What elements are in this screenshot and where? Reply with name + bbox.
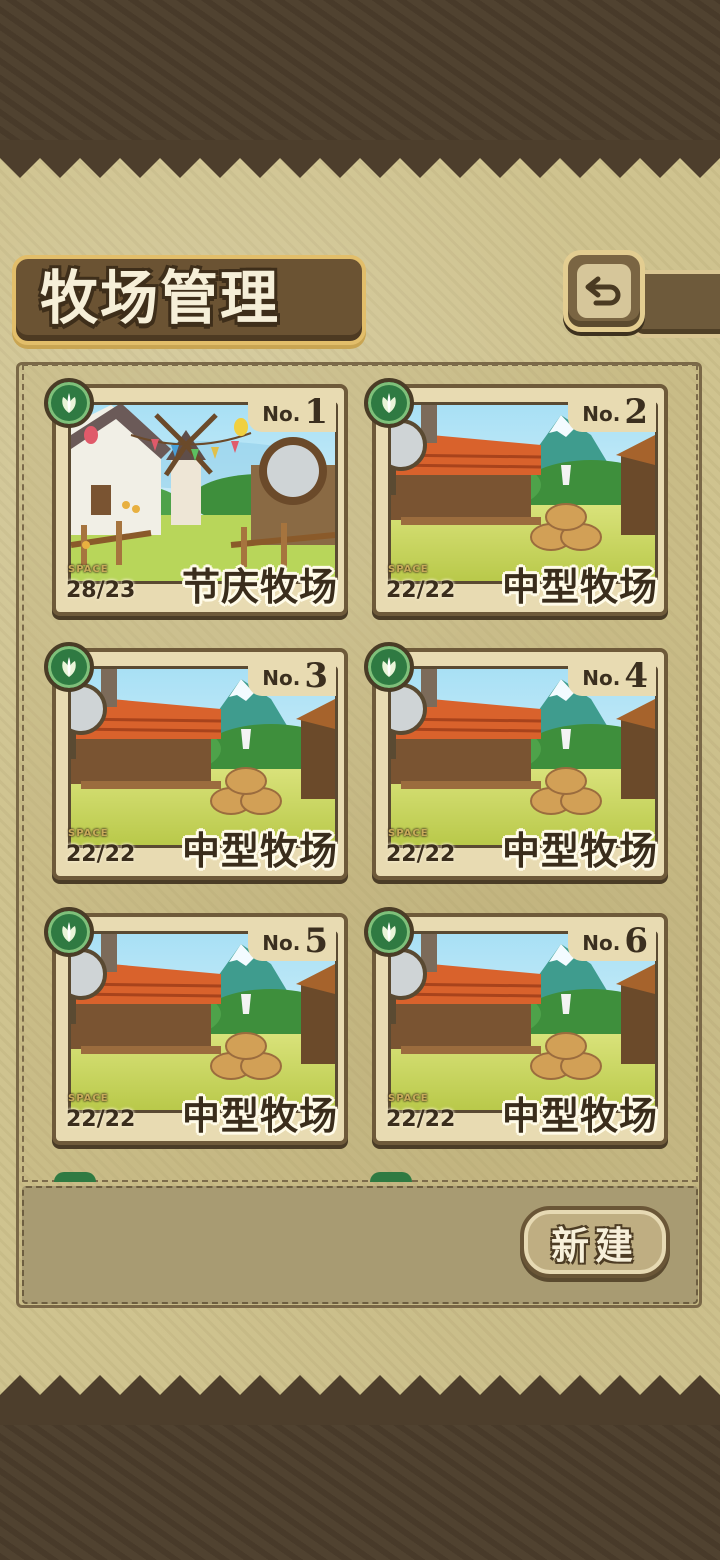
farm-number: 2	[624, 392, 648, 432]
leaf-icon	[44, 642, 94, 692]
farm-number-badge: No. 1	[248, 390, 336, 432]
farm-number: 4	[624, 656, 648, 696]
farm-number: 5	[304, 921, 328, 961]
return-arrow-icon	[577, 264, 631, 318]
new-farm-label: 新建	[550, 1222, 639, 1268]
space-label: SPACE	[68, 828, 109, 839]
page-title: 牧场管理	[40, 264, 281, 332]
space-label: SPACE	[68, 1093, 109, 1104]
farm-number-prefix: No.	[582, 402, 621, 426]
new-farm-button[interactable]: 新建	[520, 1206, 670, 1278]
farm-number: 6	[624, 921, 648, 961]
farm-number-prefix: No.	[582, 666, 621, 690]
space-label: SPACE	[388, 1093, 429, 1104]
farm-number-badge: No. 5	[248, 919, 336, 961]
farm-number-badge: No. 4	[568, 654, 656, 696]
farm-number-badge: No. 6	[568, 919, 656, 961]
space-value: 22/22	[386, 578, 456, 603]
leaf-icon	[364, 378, 414, 428]
farm-number: 3	[304, 656, 328, 696]
farm-number-prefix: No.	[582, 931, 621, 955]
next-card-peek	[370, 1172, 412, 1182]
space-label: SPACE	[388, 828, 429, 839]
farm-name: 中型牧场	[501, 565, 658, 609]
bottom-map-band	[0, 1410, 720, 1560]
space-value: 28/23	[66, 578, 136, 603]
farm-name: 中型牧场	[501, 829, 658, 873]
space-value: 22/22	[66, 1107, 136, 1132]
farm-card[interactable]: No. 1 SPACE 28/23 节庆牧场	[52, 384, 348, 616]
farm-card[interactable]: No. 5 SPACE 22/22 中型牧场	[52, 913, 348, 1145]
farm-number-prefix: No.	[262, 402, 301, 426]
leaf-icon	[44, 378, 94, 428]
farm-card[interactable]: No. 4 SPACE 22/22 中型牧场	[372, 648, 668, 880]
space-label: SPACE	[68, 564, 109, 575]
leaf-icon	[44, 907, 94, 957]
farm-card[interactable]: No. 3 SPACE 22/22 中型牧场	[52, 648, 348, 880]
farm-number-prefix: No.	[262, 666, 301, 690]
farm-card[interactable]: No. 2 SPACE 22/22 中型牧场	[372, 384, 668, 616]
torn-edge-top	[0, 140, 720, 178]
farm-card[interactable]: No. 6 SPACE 22/22 中型牧场	[372, 913, 668, 1145]
farm-name: 中型牧场	[501, 1094, 658, 1138]
farm-number-badge: No. 2	[568, 390, 656, 432]
farm-number-badge: No. 3	[248, 654, 336, 696]
space-value: 22/22	[386, 842, 456, 867]
space-label: SPACE	[388, 564, 429, 575]
space-value: 22/22	[386, 1107, 456, 1132]
leaf-icon	[364, 642, 414, 692]
farm-name: 中型牧场	[181, 829, 338, 873]
farm-name: 节庆牧场	[181, 565, 338, 609]
leaf-icon	[364, 907, 414, 957]
back-button[interactable]	[563, 250, 645, 332]
torn-edge-bottom	[0, 1375, 720, 1425]
space-value: 22/22	[66, 842, 136, 867]
farm-number: 1	[304, 392, 328, 432]
farm-number-prefix: No.	[262, 931, 301, 955]
top-map-band	[0, 0, 720, 150]
farm-name: 中型牧场	[181, 1094, 338, 1138]
next-card-peek	[54, 1172, 96, 1182]
